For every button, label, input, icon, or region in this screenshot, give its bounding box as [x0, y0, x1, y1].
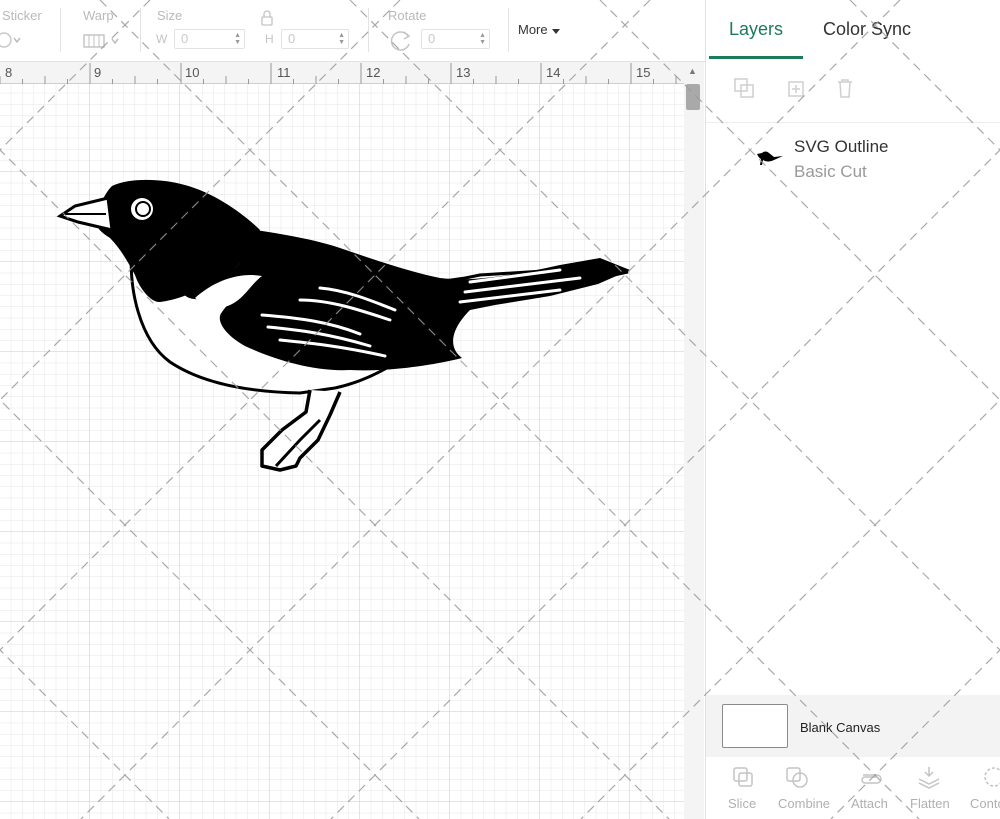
warp-group[interactable]: Warp — [80, 0, 140, 62]
sticker-label: Sticker — [2, 8, 42, 23]
blank-canvas-row[interactable]: Blank Canvas — [706, 695, 1000, 757]
lock-icon[interactable] — [260, 10, 274, 26]
top-toolbar: Sticker Warp Size W 0 ▲ ▼ H 0 ▲ ▼ Rotate… — [0, 0, 705, 62]
blank-canvas-label: Blank Canvas — [800, 720, 881, 735]
rotate-input[interactable]: 0 ▲ ▼ — [421, 29, 490, 49]
caret-down-icon — [552, 28, 561, 34]
ruler-number: 13 — [456, 65, 471, 80]
combine-icon[interactable] — [784, 765, 810, 789]
bird-artwork[interactable] — [0, 84, 684, 819]
group-icon[interactable] — [732, 76, 756, 100]
layer-operation: Basic Cut — [794, 162, 867, 181]
attach-label[interactable]: Attach — [851, 796, 888, 811]
contour-icon[interactable] — [978, 765, 1000, 789]
width-input[interactable]: 0 ▲ ▼ — [174, 29, 245, 49]
layer-actions-bar: Slice Combine Attach Flatten Conto — [706, 757, 1000, 819]
layers-panel: Layers Color Sync SVG Outline Basic Cut … — [705, 0, 1000, 819]
size-label: Size — [157, 8, 183, 23]
tab-layers[interactable]: Layers — [729, 19, 783, 40]
app-root: { "toolbar": { "sticker_label": "Sticker… — [0, 0, 1000, 819]
warp-label: Warp — [83, 8, 114, 23]
scroll-up-icon[interactable]: ▲ — [688, 66, 697, 76]
toolbar-divider — [508, 8, 509, 52]
blank-canvas-swatch[interactable] — [722, 704, 788, 748]
rotate-group: Rotate 0 ▲ ▼ — [385, 0, 500, 62]
height-label: H — [265, 32, 274, 46]
scrollbar-thumb[interactable] — [686, 84, 700, 110]
design-canvas[interactable] — [0, 84, 684, 819]
layer-name: SVG Outline — [794, 137, 889, 156]
bird-thumbnail-icon — [757, 151, 783, 165]
width-label: W — [156, 32, 168, 46]
width-stepper-icon[interactable]: ▲ ▼ — [234, 32, 241, 46]
more-label: More — [518, 22, 548, 37]
contour-label[interactable]: Conto — [970, 796, 1000, 811]
rotate-stepper-icon[interactable]: ▲ ▼ — [479, 32, 486, 46]
toolbar-divider — [60, 8, 61, 52]
ruler-number: 11 — [277, 65, 291, 80]
height-stepper-icon[interactable]: ▲ ▼ — [338, 32, 345, 46]
rotate-label: Rotate — [388, 8, 427, 23]
vertical-scrollbar[interactable] — [684, 62, 704, 819]
ruler-number: 15 — [636, 65, 651, 80]
combine-label[interactable]: Combine — [778, 796, 830, 811]
slice-label[interactable]: Slice — [728, 796, 756, 811]
sticker-icon — [0, 32, 21, 48]
rotate-value: 0 — [428, 31, 436, 46]
warp-icon — [83, 34, 119, 48]
rotate-icon — [390, 31, 411, 51]
width-value: 0 — [181, 31, 189, 46]
height-input[interactable]: 0 ▲ ▼ — [281, 29, 349, 49]
horizontal-ruler: 8 9 10 11 12 13 14 15 — [0, 62, 684, 84]
flatten-icon[interactable] — [916, 765, 942, 789]
ruler-number: 8 — [5, 65, 13, 80]
toolbar-divider — [368, 8, 369, 52]
ruler-number: 10 — [185, 65, 200, 80]
more-button[interactable]: More — [518, 22, 561, 37]
toolbar-divider — [140, 8, 141, 52]
tab-color-sync[interactable]: Color Sync — [823, 19, 911, 40]
slice-icon[interactable] — [730, 765, 756, 789]
sticker-group[interactable]: Sticker — [0, 0, 60, 62]
ruler-number: 12 — [366, 65, 381, 80]
duplicate-icon[interactable] — [783, 76, 807, 100]
attach-icon[interactable] — [857, 765, 883, 789]
flatten-label[interactable]: Flatten — [910, 796, 950, 811]
ruler-number: 9 — [94, 65, 102, 80]
ruler-number: 14 — [546, 65, 561, 80]
ruler-ticks — [0, 63, 677, 84]
height-value: 0 — [288, 31, 296, 46]
size-group: Size W 0 ▲ ▼ H 0 ▲ ▼ — [155, 0, 360, 62]
active-tab-indicator — [709, 56, 803, 59]
delete-icon[interactable] — [833, 76, 857, 100]
